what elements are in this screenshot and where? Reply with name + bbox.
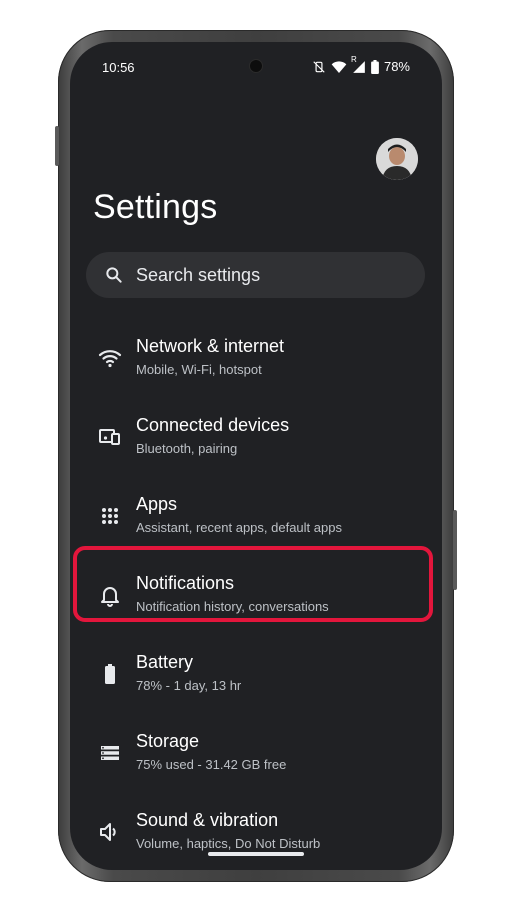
wifi-icon bbox=[98, 350, 122, 368]
signal-icon: R bbox=[351, 55, 366, 74]
status-icons: R 78% bbox=[312, 55, 410, 74]
highlight-box bbox=[73, 546, 433, 622]
volume-button bbox=[453, 510, 457, 590]
power-button bbox=[55, 126, 59, 166]
settings-item-network[interactable]: Network & internet Mobile, Wi-Fi, hotspo… bbox=[70, 326, 442, 398]
settings-item-label: Network & internet bbox=[136, 336, 285, 356]
settings-item-subtitle: 78% - 1 day, 13 hr bbox=[136, 678, 242, 693]
page-title: Settings bbox=[93, 188, 218, 226]
vibrate-off-icon bbox=[313, 60, 325, 73]
signal-roaming-badge: R bbox=[350, 54, 357, 64]
settings-item-label: Battery bbox=[136, 652, 194, 672]
settings-item-subtitle: Bluetooth, pairing bbox=[136, 441, 238, 456]
settings-item-subtitle: Mobile, Wi-Fi, hotspot bbox=[136, 362, 262, 377]
speaker-icon bbox=[100, 823, 116, 841]
apps-grid-icon bbox=[102, 508, 118, 524]
front-camera bbox=[250, 60, 262, 72]
gesture-bar[interactable] bbox=[208, 852, 304, 856]
battery-percent: 78% bbox=[383, 59, 410, 74]
settings-item-label: Connected devices bbox=[136, 415, 290, 435]
settings-item-label: Storage bbox=[136, 731, 200, 751]
settings-item-battery[interactable]: Battery 78% - 1 day, 13 hr bbox=[70, 642, 442, 714]
devices-icon bbox=[99, 429, 120, 445]
avatar[interactable] bbox=[376, 138, 418, 180]
settings-item-subtitle: Assistant, recent apps, default apps bbox=[136, 520, 342, 535]
settings-item-sound[interactable]: Sound & vibration Volume, haptics, Do No… bbox=[70, 800, 442, 870]
settings-item-subtitle: 75% used - 31.42 GB free bbox=[136, 757, 287, 772]
battery-icon bbox=[105, 664, 115, 684]
phone-frame: 10:56 R 78% Settings Search settings Net… bbox=[55, 30, 457, 882]
settings-item-subtitle: Volume, haptics, Do Not Disturb bbox=[136, 836, 321, 851]
settings-item-label: Apps bbox=[136, 494, 178, 514]
settings-item-connected-devices[interactable]: Connected devices Bluetooth, pairing bbox=[70, 405, 442, 477]
status-time: 10:56 bbox=[102, 60, 135, 75]
search-bar[interactable]: Search settings bbox=[86, 252, 425, 298]
search-icon bbox=[106, 267, 122, 283]
wifi-icon bbox=[331, 60, 347, 73]
storage-icon bbox=[101, 746, 119, 760]
avatar-image bbox=[376, 138, 418, 180]
screen: 10:56 R 78% Settings Search settings Net… bbox=[70, 42, 442, 870]
battery-icon bbox=[371, 59, 379, 74]
search-placeholder: Search settings bbox=[136, 264, 261, 285]
settings-item-storage[interactable]: Storage 75% used - 31.42 GB free bbox=[70, 721, 442, 793]
settings-item-label: Sound & vibration bbox=[136, 810, 279, 830]
